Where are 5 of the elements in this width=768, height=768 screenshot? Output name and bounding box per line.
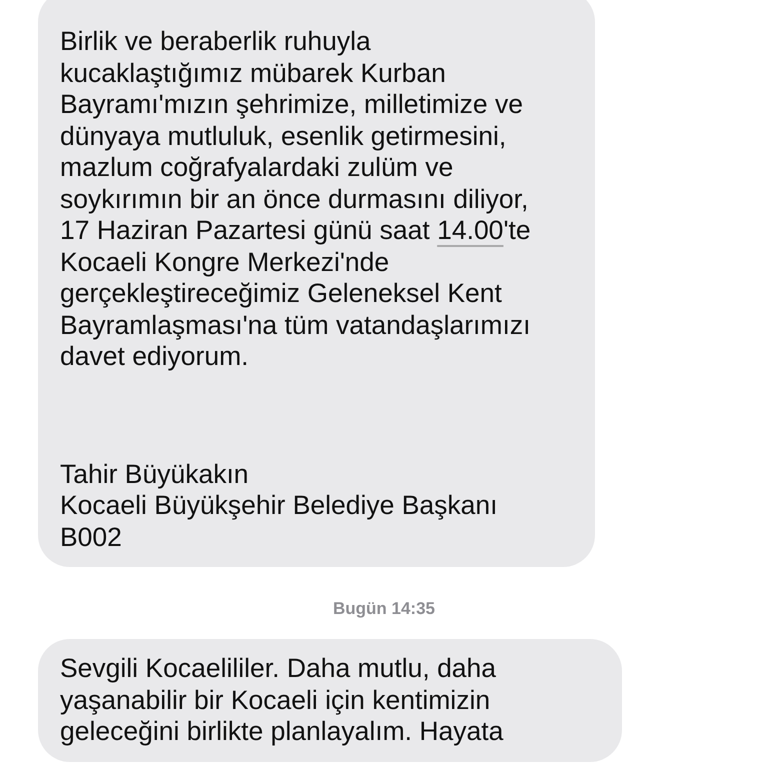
message-text: Sevgili Kocaelililer. Daha mutlu, daha yaşanabilir bir Kocaeli için kentimizin geleceğini birlikte planlayalım. Hayata <box>60 653 504 748</box>
timestamp: Bugün 14:35 <box>332 599 436 619</box>
message-text: Birlik ve beraberlik ruhuyla kucaklaştığımız mübarek Kurban Bayramı'mızın şehrimize, milletimize ve dünyaya mutluluk, esenlik getirmesini, mazlum coğrafyalardaki zulüm ve soykırımın bir an önce durmasını diliyor, 17 Haziran Pazartesi günü saat 14.00'te Kocaeli Kongre Merkezi'nde gerçekleştireceğimiz Geleneksel Kent Bayramlaşması'na tüm vatandaşlarımızı davet ediyorum. <box>60 26 532 372</box>
time-link[interactable]: 14.00 <box>437 215 504 245</box>
message-text: Tahir Büyükakın Kocaeli Büyükşehir Belediye Başkanı B002 <box>60 458 498 553</box>
